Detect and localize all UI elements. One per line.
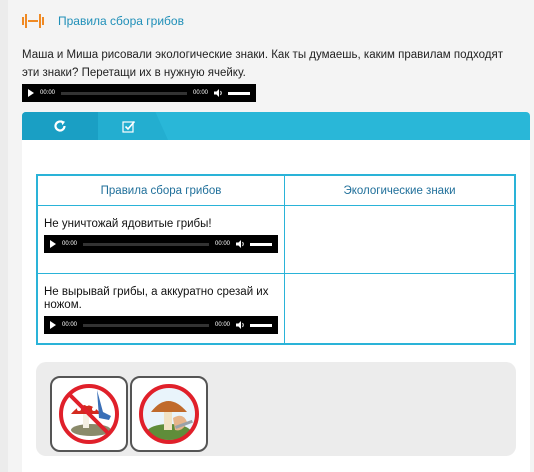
table-row: Не вырывай грибы, а аккуратно срезай их … xyxy=(38,273,514,343)
sign-card[interactable] xyxy=(50,376,128,452)
cutting-mushroom-knife-icon xyxy=(139,384,199,444)
volume-icon[interactable] xyxy=(214,89,224,97)
volume-icon[interactable] xyxy=(236,321,246,329)
sign-drop-zone[interactable] xyxy=(285,206,514,273)
seek-bar[interactable] xyxy=(83,242,209,246)
column-header-signs: Экологические знаки xyxy=(343,184,456,197)
column-header-rules: Правила сбора грибов xyxy=(38,176,285,205)
rule-text: Не уничтожай ядовитые грибы! xyxy=(44,218,212,230)
work-area: Правила сбора грибов Экологические знаки… xyxy=(22,140,530,472)
play-icon[interactable] xyxy=(28,89,34,97)
toolbar xyxy=(22,112,530,140)
current-time: 00:00 xyxy=(62,322,78,328)
header: Правила сбора грибов xyxy=(22,10,184,32)
rule-audio-player[interactable]: 00:00 00:00 xyxy=(44,235,278,253)
rule-cell: Не уничтожай ядовитые грибы! 00:00 00:00 xyxy=(38,206,285,273)
current-time: 00:00 xyxy=(40,90,56,96)
current-time: 00:00 xyxy=(62,241,78,247)
check-icon xyxy=(122,120,136,133)
eco-logo-icon xyxy=(22,14,44,28)
sign-drop-zone[interactable] xyxy=(285,274,514,343)
refresh-icon xyxy=(54,120,66,132)
refresh-button[interactable] xyxy=(22,112,98,140)
no-kicking-mushroom-icon xyxy=(59,384,119,444)
volume-slider[interactable] xyxy=(250,323,272,327)
task-audio-player[interactable]: 00:00 00:00 xyxy=(22,84,256,102)
sign-card[interactable] xyxy=(130,376,208,452)
seek-bar[interactable] xyxy=(61,91,187,95)
volume-slider[interactable] xyxy=(250,242,272,246)
check-button[interactable] xyxy=(98,112,168,140)
rule-text: Не вырывай грибы, а аккуратно срезай их … xyxy=(44,286,269,311)
cards-tray xyxy=(36,362,516,456)
lesson-page: Правила сбора грибов Маша и Миша рисовал… xyxy=(8,0,534,472)
duration: 00:00 xyxy=(192,90,208,96)
table-row: Не уничтожай ядовитые грибы! 00:00 00:00 xyxy=(38,205,514,273)
volume-slider[interactable] xyxy=(228,91,250,95)
play-icon[interactable] xyxy=(50,240,56,248)
duration: 00:00 xyxy=(214,241,230,247)
seek-bar[interactable] xyxy=(83,323,209,327)
duration: 00:00 xyxy=(214,322,230,328)
volume-icon[interactable] xyxy=(236,240,246,248)
rule-audio-player[interactable]: 00:00 00:00 xyxy=(44,316,278,334)
sorting-table: Правила сбора грибов Экологические знаки… xyxy=(36,174,516,345)
play-icon[interactable] xyxy=(50,321,56,329)
page-title: Правила сбора грибов xyxy=(58,14,184,28)
rule-cell: Не вырывай грибы, а аккуратно срезай их … xyxy=(38,274,285,343)
table-header-row: Правила сбора грибов Экологические знаки xyxy=(38,176,514,205)
task-instruction: Маша и Миша рисовали экологические знаки… xyxy=(22,49,503,79)
